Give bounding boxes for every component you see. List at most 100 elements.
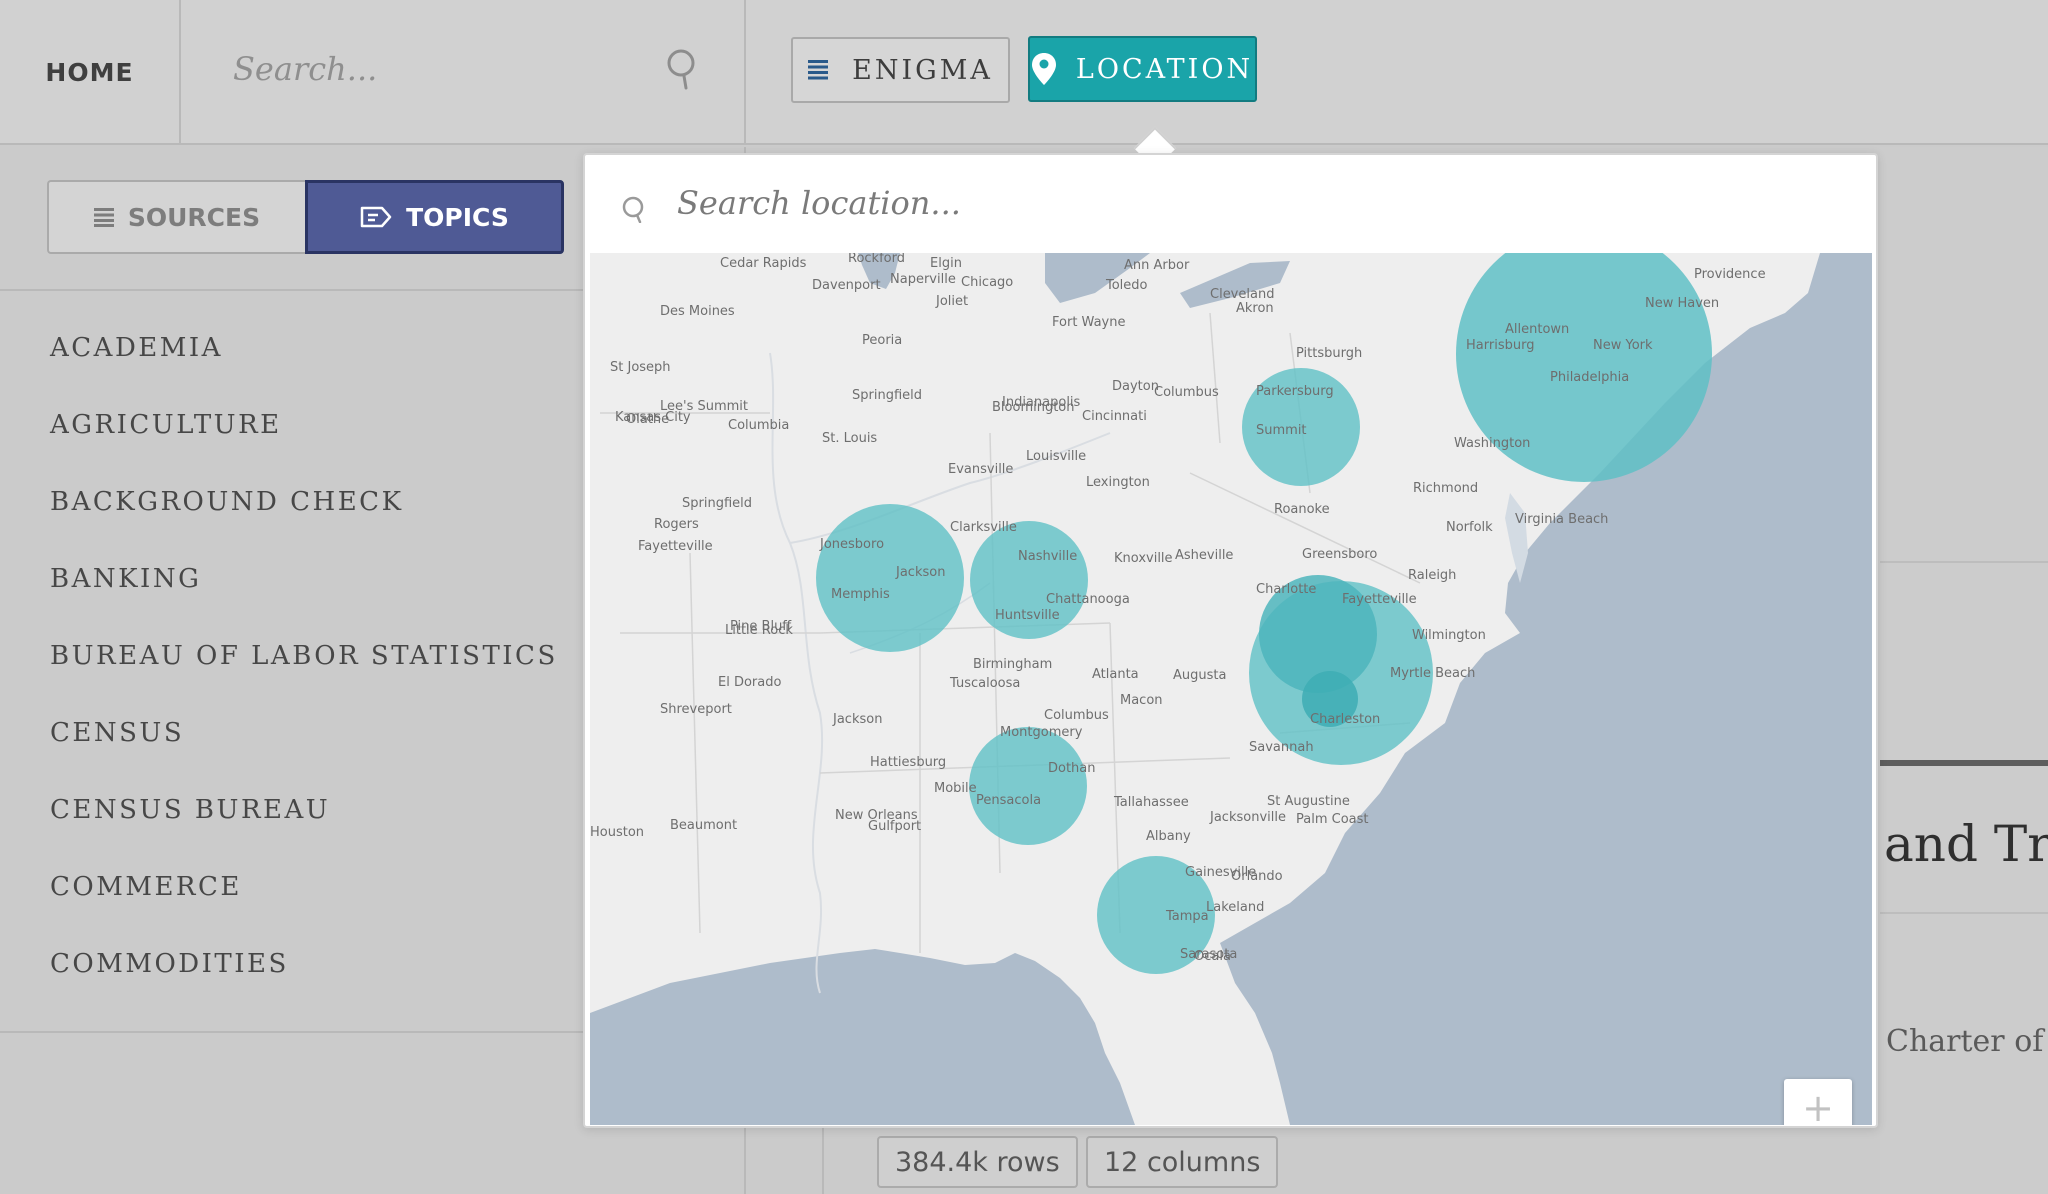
topic-item[interactable]: COMMODITIES xyxy=(50,949,558,1026)
search-icon xyxy=(622,196,644,223)
city-label: Savannah xyxy=(1249,740,1314,755)
city-label: Tampa xyxy=(1165,909,1209,924)
city-label: Chattanooga xyxy=(1046,592,1130,607)
topic-item[interactable]: COMMERCE xyxy=(50,872,558,949)
home-link[interactable]: HOME xyxy=(0,0,181,145)
zoom-control: + − xyxy=(1784,1079,1852,1125)
search-icon[interactable] xyxy=(666,48,702,90)
city-label: Dothan xyxy=(1048,761,1096,776)
city-label: Cedar Rapids xyxy=(720,256,807,271)
city-label: Albany xyxy=(1146,829,1191,844)
city-label: El Dorado xyxy=(718,675,781,690)
city-label: Huntsville xyxy=(995,608,1060,623)
location-popover: Search location... Chicago Des Moines Fo… xyxy=(583,153,1878,1128)
city-label: Charleston xyxy=(1310,712,1380,727)
enigma-button[interactable]: ENIGMA xyxy=(791,37,1010,103)
city-label: New Haven xyxy=(1645,296,1719,311)
topic-item[interactable]: AGRICULTURE xyxy=(50,410,558,487)
city-label: Tallahassee xyxy=(1113,795,1189,810)
city-label: St Augustine xyxy=(1267,794,1350,809)
location-button[interactable]: LOCATION xyxy=(1028,36,1257,102)
city-label: Jacksonville xyxy=(1209,810,1286,825)
city-label: Lee's Summit xyxy=(660,399,748,414)
city-label: Columbia xyxy=(728,418,789,433)
topic-item[interactable]: ACADEMIA xyxy=(50,333,558,410)
city-label: Fayetteville xyxy=(1342,592,1417,607)
topic-list: ACADEMIA AGRICULTURE BACKGROUND CHECK BA… xyxy=(50,333,558,1026)
city-label: Joliet xyxy=(935,294,968,309)
city-label: Bloomington xyxy=(992,400,1075,415)
city-label: Des Moines xyxy=(660,304,735,319)
city-label: Richmond xyxy=(1413,481,1478,496)
tag-icon xyxy=(360,206,392,228)
city-label: Cincinnati xyxy=(1082,409,1147,424)
city-label: Charlotte xyxy=(1256,582,1316,597)
zoom-in-button[interactable]: + xyxy=(1784,1079,1852,1125)
city-label: Washington xyxy=(1454,436,1530,451)
topic-item[interactable]: BUREAU OF LABOR STATISTICS xyxy=(50,641,558,718)
topic-item[interactable]: CENSUS BUREAU xyxy=(50,795,558,872)
city-label: Augusta xyxy=(1173,668,1226,683)
city-label: Springfield xyxy=(852,388,922,403)
city-label: Philadelphia xyxy=(1550,370,1629,385)
city-label: Gulfport xyxy=(868,819,921,834)
topic-item[interactable]: BANKING xyxy=(50,564,558,641)
topic-item[interactable]: BACKGROUND CHECK xyxy=(50,487,558,564)
city-label: Mobile xyxy=(934,781,977,796)
city-label: Shreveport xyxy=(660,702,732,717)
city-label: Columbus xyxy=(1154,385,1219,400)
list-icon xyxy=(93,208,114,227)
city-label: Myrtle Beach xyxy=(1390,666,1475,681)
divider xyxy=(822,1128,824,1194)
city-label: Lakeland xyxy=(1206,900,1264,915)
city-label: Pittsburgh xyxy=(1296,346,1362,361)
city-label: Peoria xyxy=(862,333,902,348)
city-label: Palm Coast xyxy=(1296,812,1369,827)
sources-tab[interactable]: SOURCES xyxy=(47,180,305,254)
city-label: Pine Bluff xyxy=(730,619,792,634)
divider xyxy=(0,1031,600,1033)
city-label: Louisville xyxy=(1026,449,1086,464)
map-marker[interactable] xyxy=(969,727,1087,845)
city-label: Knoxville xyxy=(1114,551,1173,566)
city-label: St. Louis xyxy=(822,431,877,446)
map-canvas[interactable]: Chicago Des Moines Fort Wayne Toledo Cle… xyxy=(590,253,1872,1125)
city-label: New York xyxy=(1593,338,1653,353)
city-label: Macon xyxy=(1120,693,1163,708)
city-label: Houston xyxy=(590,825,644,840)
city-label: Pensacola xyxy=(976,793,1041,808)
city-label: Dayton xyxy=(1112,379,1159,394)
city-label: Harrisburg xyxy=(1466,338,1534,353)
top-bar: HOME Search... ENIGMA LOCATION xyxy=(0,0,2048,145)
city-label: Davenport xyxy=(812,278,881,293)
topic-item[interactable]: CENSUS xyxy=(50,718,558,795)
city-label: Chicago xyxy=(961,275,1013,290)
city-label: Montgomery xyxy=(1000,725,1083,740)
city-label: Virginia Beach xyxy=(1515,512,1608,527)
city-label: Hattiesburg xyxy=(870,755,946,770)
topics-tab[interactable]: TOPICS xyxy=(305,180,564,254)
city-label: Springfield xyxy=(682,496,752,511)
city-label: Lexington xyxy=(1086,475,1150,490)
city-label: Wilmington xyxy=(1412,628,1486,643)
divider xyxy=(1880,561,2048,563)
city-label: Memphis xyxy=(831,587,890,602)
location-search-input[interactable]: Search location... xyxy=(585,155,1876,251)
city-label: Jackson xyxy=(832,712,882,727)
map[interactable]: Chicago Des Moines Fort Wayne Toledo Cle… xyxy=(590,253,1872,1125)
dataset-description-fragment: Charter of t xyxy=(1886,1024,2048,1059)
city-label: St Joseph xyxy=(610,360,671,375)
global-search-placeholder: Search... xyxy=(233,50,378,88)
topics-tab-label: TOPICS xyxy=(406,202,509,232)
city-label: Birmingham xyxy=(973,657,1052,672)
city-label: Elgin xyxy=(930,256,962,271)
global-search-input[interactable]: Search... xyxy=(183,0,746,145)
city-label: Norfolk xyxy=(1446,520,1493,535)
city-label: Olathe xyxy=(626,412,669,427)
city-label: Rockford xyxy=(848,253,905,266)
city-label: Toledo xyxy=(1105,278,1148,293)
divider xyxy=(1880,760,2048,766)
city-label: Greensboro xyxy=(1302,547,1377,562)
city-label: Summit xyxy=(1256,423,1307,438)
city-label: Columbus xyxy=(1044,708,1109,723)
